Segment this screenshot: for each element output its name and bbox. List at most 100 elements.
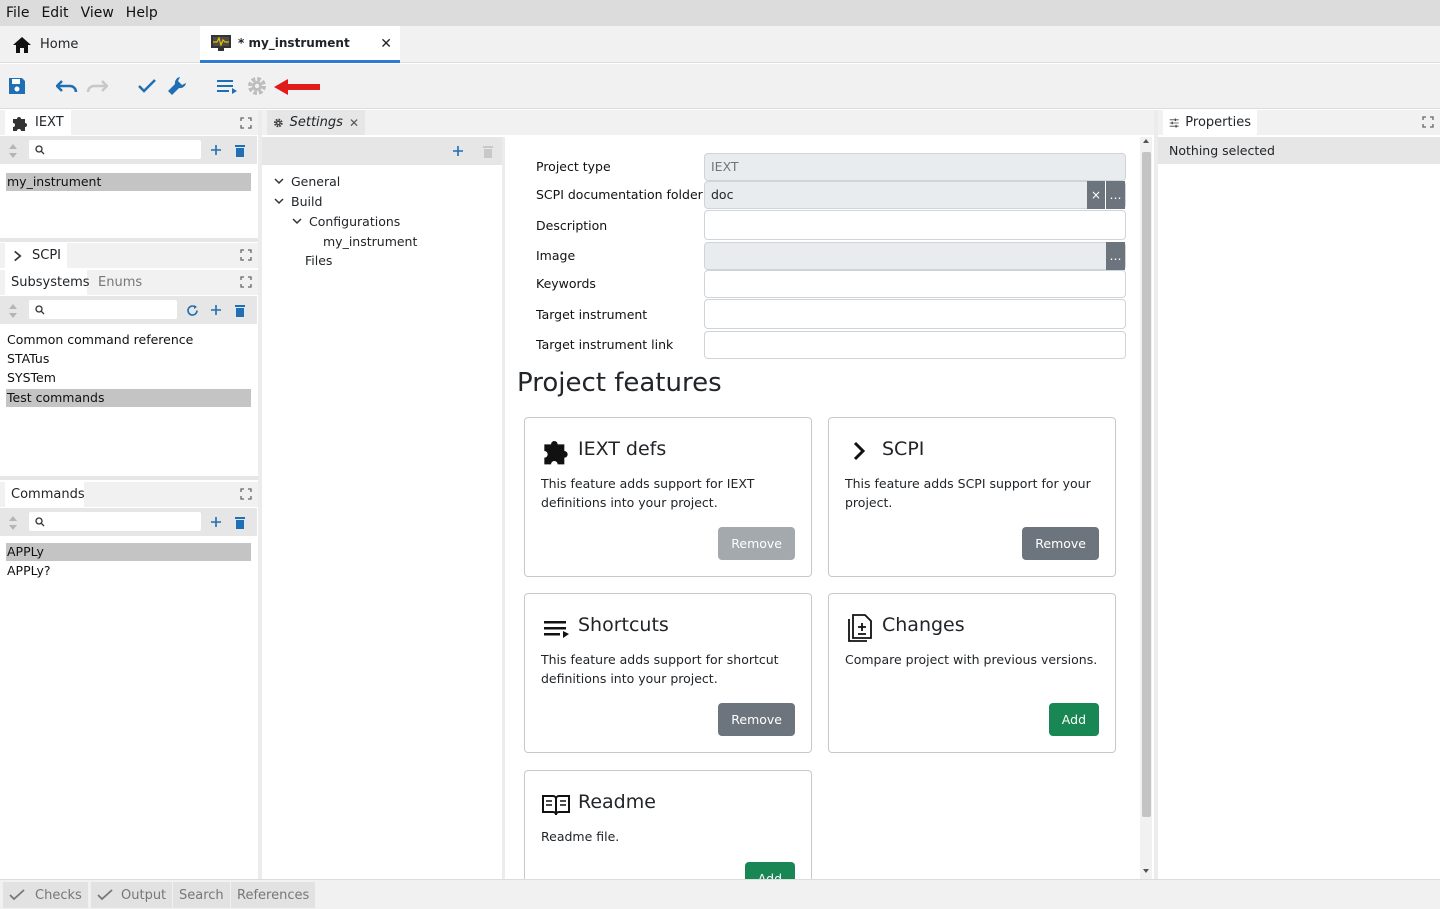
properties-panel-header: Properties <box>1158 110 1440 135</box>
subsystems-add-button[interactable] <box>209 302 223 318</box>
check-icon <box>138 79 156 93</box>
menu-bar: File Edit View Help <box>0 0 1440 26</box>
menu-help[interactable]: Help <box>126 5 158 21</box>
settings-button[interactable] <box>245 74 269 98</box>
subsystems-refresh-button[interactable] <box>185 302 199 318</box>
tab-my-instrument[interactable]: * my_instrument ✕ <box>200 26 400 63</box>
clear-button[interactable]: × <box>1087 181 1106 209</box>
subsystems-search-input[interactable] <box>28 299 178 320</box>
menu-view[interactable]: View <box>81 5 114 21</box>
browse-button[interactable]: … <box>1106 242 1125 270</box>
scpi-doc-field[interactable]: doc × … <box>704 181 1126 209</box>
undo-button[interactable] <box>55 74 79 98</box>
tab-search[interactable]: Search <box>173 882 230 908</box>
maximize-icon[interactable] <box>1422 116 1434 128</box>
tab-properties[interactable]: Properties <box>1163 110 1257 135</box>
tree-item-build[interactable]: Build <box>273 192 322 210</box>
image-field[interactable]: … <box>704 242 1126 270</box>
scrollbar-thumb[interactable] <box>1142 152 1151 817</box>
list-item[interactable]: APPLy <box>6 543 251 561</box>
panel-splitter[interactable] <box>502 137 505 879</box>
sort-icon[interactable] <box>8 515 18 531</box>
panel-splitter[interactable] <box>0 238 260 242</box>
tab-settings-label: Settings <box>289 115 343 130</box>
menu-file[interactable]: File <box>6 5 29 21</box>
puzzle-icon <box>544 441 568 465</box>
tab-output[interactable]: Output <box>91 882 173 908</box>
list-item[interactable]: Test commands <box>6 389 251 407</box>
menu-edit[interactable]: Edit <box>41 5 68 21</box>
panel-splitter[interactable] <box>258 110 262 879</box>
card-title: Readme <box>578 791 656 813</box>
maximize-icon[interactable] <box>240 117 252 129</box>
arrow-left-icon <box>274 79 320 95</box>
plus-icon <box>211 517 221 527</box>
tab-scpi[interactable]: SCPI <box>5 243 67 268</box>
keywords-field[interactable] <box>704 270 1126 298</box>
close-tab-icon[interactable]: ✕ <box>380 36 392 52</box>
document-tab-bar: Home * my_instrument ✕ <box>0 26 1440 63</box>
target-instrument-link-field[interactable] <box>704 331 1126 359</box>
maximize-icon[interactable] <box>240 488 252 500</box>
subsystems-delete-button[interactable] <box>233 302 247 318</box>
list-item[interactable]: STATus <box>6 350 251 368</box>
list-item[interactable]: Common command reference <box>6 331 251 349</box>
tree-item-general[interactable]: General <box>273 172 340 190</box>
settings-delete-button[interactable] <box>481 143 495 159</box>
scroll-up-icon[interactable] <box>1142 137 1150 145</box>
commands-add-button[interactable] <box>209 514 223 530</box>
sort-icon[interactable] <box>8 303 18 319</box>
chevron-down-icon <box>292 218 302 225</box>
iext-add-button[interactable] <box>209 142 223 158</box>
scpi-panel-header: SCPI <box>0 243 260 268</box>
tree-item-config[interactable]: my_instrument <box>323 232 417 250</box>
description-field[interactable] <box>704 210 1126 240</box>
tab-my-instrument-label: * my_instrument <box>238 36 350 50</box>
card-description: Readme file. <box>541 829 620 844</box>
toolbar <box>0 64 1440 109</box>
iext-search-input[interactable] <box>28 139 202 160</box>
commands-search-input[interactable] <box>28 511 202 532</box>
tree-item-configurations[interactable]: Configurations <box>291 212 400 230</box>
maximize-icon[interactable] <box>240 276 252 288</box>
redo-button[interactable] <box>85 74 109 98</box>
red-arrow-annotation <box>272 77 322 97</box>
iext-search-row <box>0 136 257 164</box>
tab-enums[interactable]: Enums <box>92 270 152 295</box>
tree-item-files[interactable]: Files <box>305 251 332 269</box>
shortcuts-button[interactable] <box>215 74 239 98</box>
remove-button[interactable]: Remove <box>718 527 795 560</box>
add-button[interactable]: Add <box>1048 703 1099 736</box>
tab-home[interactable]: Home <box>0 26 200 63</box>
list-item[interactable]: SYSTem <box>6 369 251 387</box>
close-tab-icon[interactable]: ✕ <box>349 116 359 130</box>
iext-delete-button[interactable] <box>233 142 247 158</box>
list-item[interactable]: my_instrument <box>6 173 251 191</box>
tab-commands[interactable]: Commands <box>5 482 85 507</box>
tab-references[interactable]: References <box>231 882 316 908</box>
check-button[interactable] <box>135 74 159 98</box>
tab-checks[interactable]: Checks <box>3 882 88 908</box>
save-button[interactable] <box>5 74 29 98</box>
search-icon <box>35 305 45 315</box>
chevron-right-icon <box>853 441 866 461</box>
gear-icon <box>273 118 283 127</box>
build-button[interactable] <box>165 74 189 98</box>
panel-splitter[interactable] <box>0 476 260 480</box>
settings-add-button[interactable] <box>451 143 465 159</box>
commands-delete-button[interactable] <box>233 514 247 530</box>
bottom-tab-bar: Checks Output Search References <box>0 879 1440 909</box>
remove-button[interactable]: Remove <box>718 703 795 736</box>
maximize-icon[interactable] <box>240 249 252 261</box>
tab-settings[interactable]: Settings ✕ <box>267 110 365 135</box>
sort-icon[interactable] <box>8 143 18 159</box>
panel-splitter[interactable] <box>1154 110 1158 879</box>
target-instrument-field[interactable] <box>704 299 1126 329</box>
tab-subsystems[interactable]: Subsystems <box>5 270 90 295</box>
list-item[interactable]: APPLy? <box>6 562 251 580</box>
tab-iext[interactable]: IEXT <box>5 110 71 135</box>
browse-button[interactable]: … <box>1106 181 1125 209</box>
remove-button[interactable]: Remove <box>1022 527 1099 560</box>
search-icon <box>35 517 45 527</box>
scroll-down-icon[interactable] <box>1142 867 1150 875</box>
